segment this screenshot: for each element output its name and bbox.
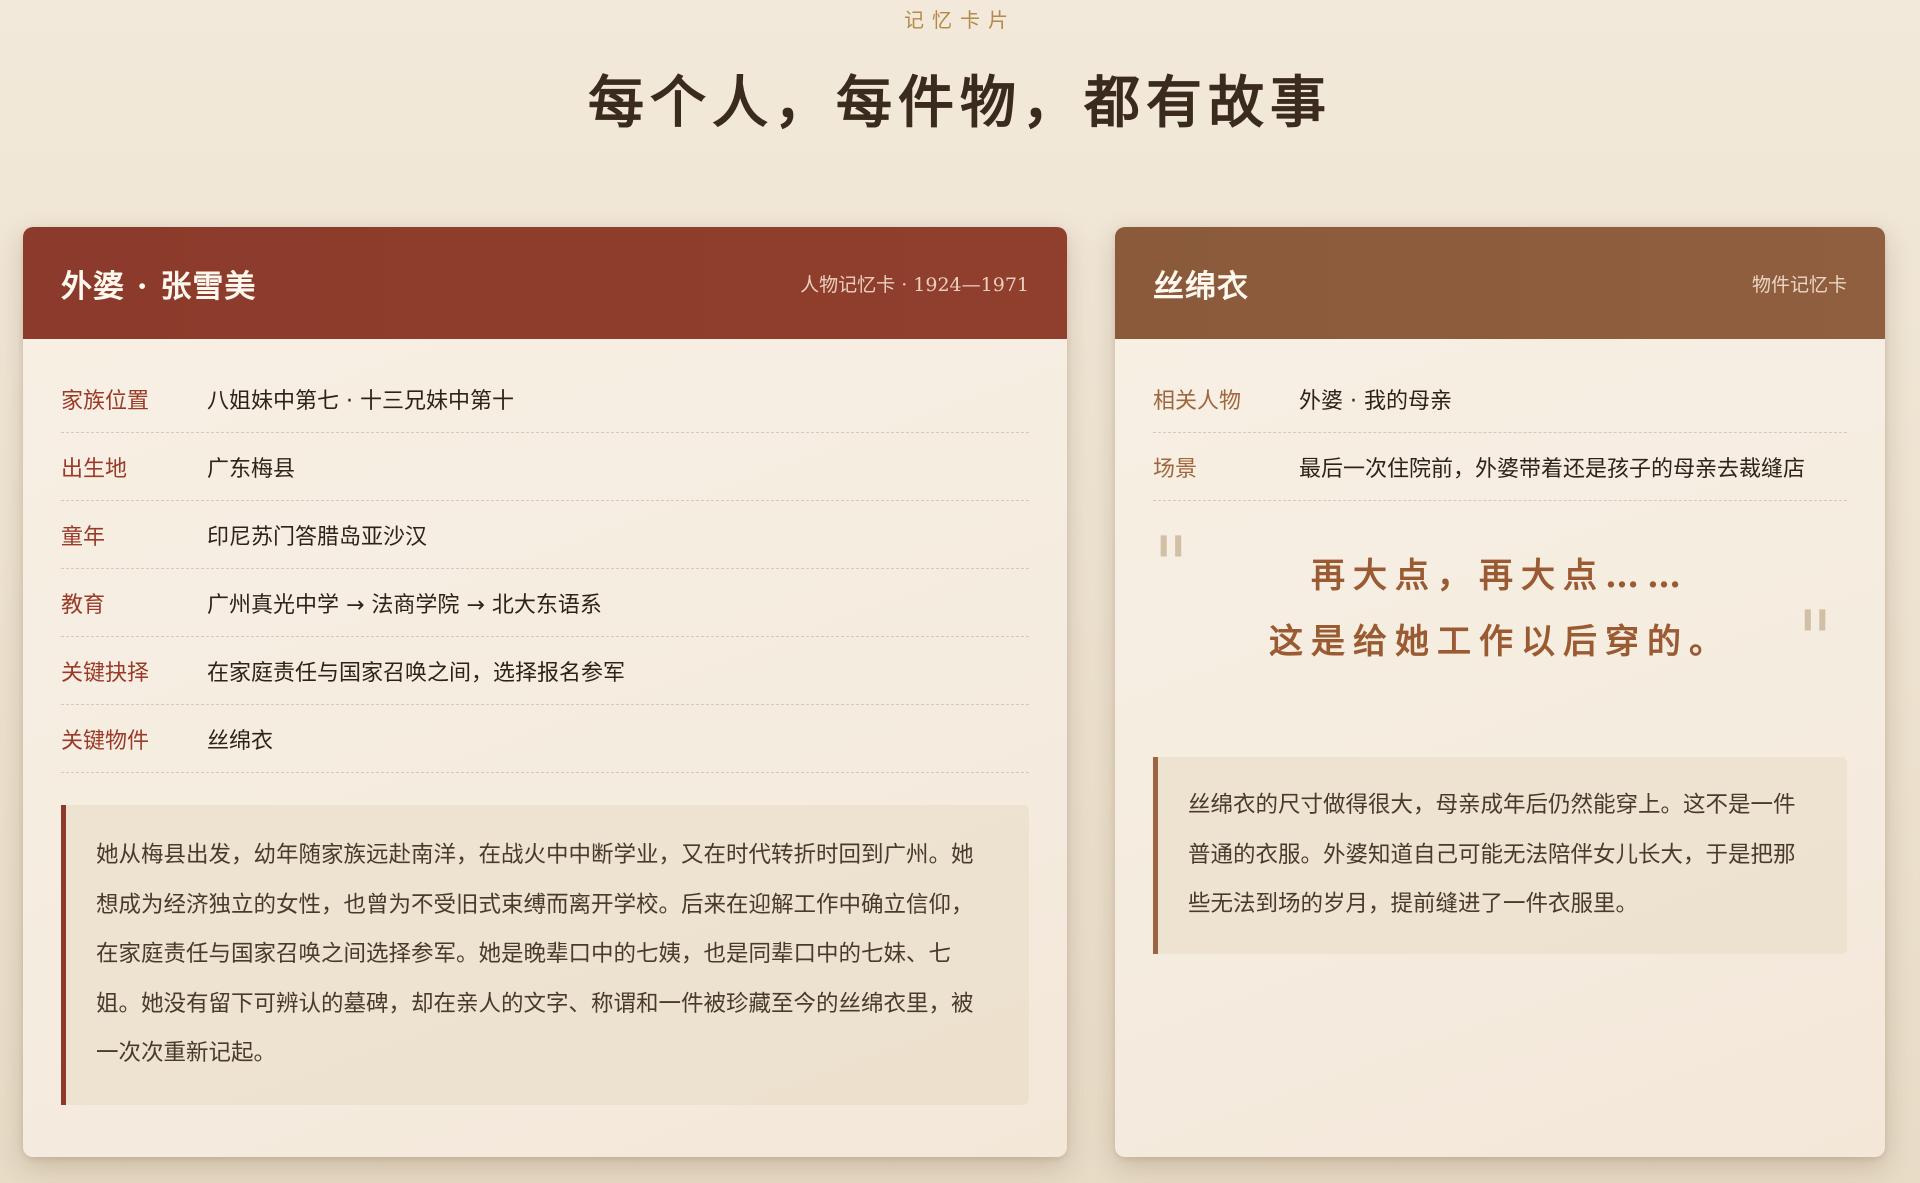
close-quote-icon: " [1797,595,1833,685]
person-card-title: 外婆 · 张雪美 [61,268,257,305]
object-card-title: 丝绵衣 [1153,268,1249,305]
info-label: 关键抉择 [61,660,150,686]
info-label: 家族位置 [61,388,150,414]
info-value: 广东梅县 [207,456,296,482]
object-memory-card: 丝绵衣 物件记忆卡 相关人物 外婆 · 我的母亲 场景 最后一次住院前，外婆带着… [1115,227,1885,1157]
person-story: 她从梅县出发，幼年随家族远赴南洋，在战火中中断学业，又在时代转折时回到广州。她想… [61,805,1029,1105]
info-row-related-people: 相关人物 外婆 · 我的母亲 [1153,365,1847,433]
info-label: 相关人物 [1153,388,1242,414]
object-card-header: 丝绵衣 物件记忆卡 [1115,227,1885,339]
info-label: 童年 [61,524,106,550]
info-value: 八姐妹中第七 · 十三兄妹中第十 [207,388,514,414]
quote-text: 再大点，再大点…… 这是给她工作以后穿的。 [1153,501,1847,675]
info-row-childhood: 童年 印尼苏门答腊岛亚沙汉 [61,501,1029,569]
info-row-scene: 场景 最后一次住院前，外婆带着还是孩子的母亲去裁缝店 [1153,433,1847,501]
info-row-key-object: 关键物件 丝绵衣 [61,705,1029,773]
page-eyebrow: 记忆卡片 [904,8,1016,32]
info-value: 印尼苏门答腊岛亚沙汉 [207,524,428,550]
info-value: 广州真光中学 → 法商学院 → 北大东语系 [207,592,602,618]
person-card-meta: 人物记忆卡 · 1924—1971 [800,273,1029,296]
person-card-header: 外婆 · 张雪美 人物记忆卡 · 1924—1971 [23,227,1067,339]
info-label: 关键物件 [61,728,150,754]
info-value: 最后一次住院前，外婆带着还是孩子的母亲去裁缝店 [1299,456,1806,482]
object-story: 丝绵衣的尺寸做得很大，母亲成年后仍然能穿上。这不是一件普通的衣服。外婆知道自己可… [1153,757,1847,954]
info-label: 场景 [1153,456,1198,482]
person-memory-card: 外婆 · 张雪美 人物记忆卡 · 1924—1971 家族位置 八姐妹中第七 ·… [23,227,1067,1157]
info-row-education: 教育 广州真光中学 → 法商学院 → 北大东语系 [61,569,1029,637]
person-card-body: 家族位置 八姐妹中第七 · 十三兄妹中第十 出生地 广东梅县 童年 印尼苏门答腊… [23,339,1067,1105]
info-label: 出生地 [61,456,128,482]
info-value: 外婆 · 我的母亲 [1299,388,1452,414]
info-value: 在家庭责任与国家召唤之间，选择报名参军 [207,660,626,686]
quote-line-2: 这是给她工作以后穿的。 [1269,622,1731,662]
info-value: 丝绵衣 [207,728,274,754]
info-row-birthplace: 出生地 广东梅县 [61,433,1029,501]
object-card-body: 相关人物 外婆 · 我的母亲 场景 最后一次住院前，外婆带着还是孩子的母亲去裁缝… [1115,339,1885,954]
quote-line-1: 再大点，再大点…… [1311,556,1689,596]
quote-block: " 再大点，再大点…… 这是给她工作以后穿的。 " [1153,501,1847,723]
info-label: 教育 [61,592,106,618]
page-title: 每个人，每件物，都有故事 [588,70,1332,136]
open-quote-icon: " [1153,521,1189,611]
object-card-meta: 物件记忆卡 [1751,273,1847,296]
info-row-key-choice: 关键抉择 在家庭责任与国家召唤之间，选择报名参军 [61,637,1029,705]
info-row-family-position: 家族位置 八姐妹中第七 · 十三兄妹中第十 [61,365,1029,433]
